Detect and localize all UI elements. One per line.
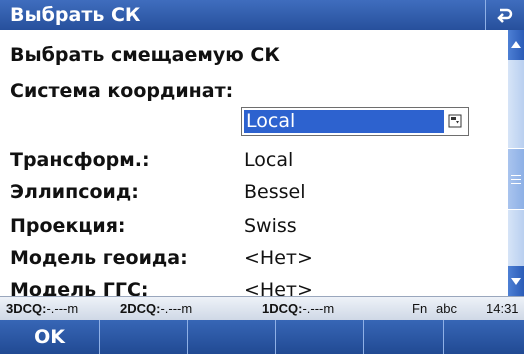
page-heading: Выбрать смещаемую СК	[10, 44, 280, 66]
title-bar: Выбрать СК	[0, 0, 524, 30]
coord-system-selected: Local	[244, 110, 444, 133]
clock: 14:31	[486, 301, 519, 316]
scroll-up-button[interactable]	[508, 30, 524, 60]
vertical-scrollbar[interactable]	[508, 30, 524, 296]
back-button[interactable]	[485, 0, 524, 30]
ellipsoid-label: Эллипсоид:	[10, 181, 139, 203]
coord-system-dropdown[interactable]: Local	[241, 107, 469, 136]
softkey-f4[interactable]	[276, 320, 364, 354]
dropdown-list-icon	[448, 114, 462, 128]
scroll-thumb[interactable]	[508, 148, 524, 210]
cscs-model-value: <Нет>	[244, 279, 313, 296]
back-arrow-icon	[497, 8, 513, 23]
geoid-model-value: <Нет>	[244, 247, 313, 269]
coord-system-label: Система координат:	[10, 80, 234, 102]
cq1d-readout: 1DCQ:-.---m	[262, 301, 335, 316]
transform-label: Трансформ.:	[10, 149, 150, 171]
softkey-f5[interactable]	[364, 320, 444, 354]
fn-indicator: Fn	[412, 301, 428, 316]
cscs-model-label: Модель ГГС:	[10, 279, 149, 296]
ellipsoid-value: Bessel	[244, 181, 306, 203]
content-area: Выбрать смещаемую СК Система координат: …	[0, 30, 508, 296]
softkey-f3[interactable]	[188, 320, 276, 354]
cq3d-readout: 3DCQ:-.---m	[6, 301, 79, 316]
softkey-f6[interactable]	[444, 320, 524, 354]
softkey-bar: OK	[0, 320, 524, 354]
scroll-down-arrow-icon	[511, 278, 521, 285]
projection-value: Swiss	[244, 215, 297, 237]
transform-value: Local	[244, 149, 294, 171]
status-bar: 3DCQ:-.---m 2DCQ:-.---m 1DCQ:-.---m Fn a…	[0, 296, 524, 320]
softkey-f2[interactable]	[100, 320, 188, 354]
ok-softkey[interactable]: OK	[0, 320, 100, 354]
input-mode-indicator: abc	[436, 301, 457, 316]
scroll-down-button[interactable]	[508, 266, 524, 296]
window-title: Выбрать СК	[10, 4, 141, 26]
geoid-model-label: Модель геоида:	[10, 247, 188, 269]
cq2d-readout: 2DCQ:-.---m	[120, 301, 193, 316]
projection-label: Проекция:	[10, 215, 126, 237]
scroll-up-arrow-icon	[511, 41, 521, 48]
